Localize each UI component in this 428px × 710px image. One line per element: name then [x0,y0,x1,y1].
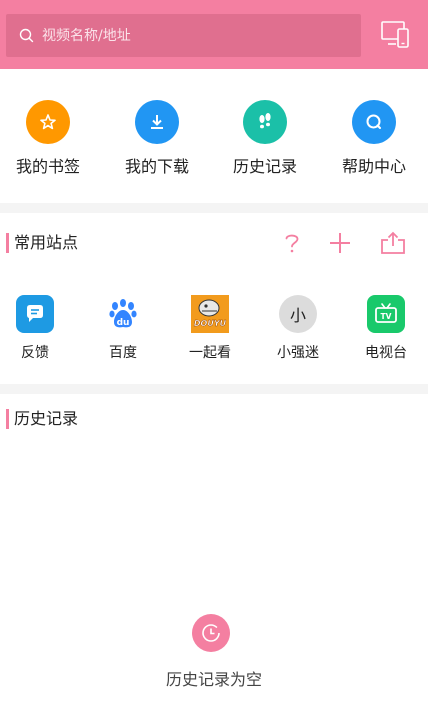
device-button[interactable] [378,18,412,52]
common-sites-section: 常用站点 反馈 du 百度 DOUYU 一起看 小 小强迷 TV 电视台 [0,213,428,384]
quick-actions: 我的书签 我的下载 历史记录 帮助中心 [0,69,428,203]
common-sites-title: 常用站点 [14,233,79,252]
history-empty-text: 历史记录为空 [165,670,262,689]
tv-icon: TV [367,295,405,333]
avatar-text: 小 [289,306,306,325]
common-sites-header: 常用站点 [0,231,428,255]
message-icon [16,295,54,333]
download-icon [135,100,179,144]
history-button[interactable]: 历史记录 [215,100,315,177]
site-feedback[interactable]: 反馈 [0,295,70,362]
site-xiaoqiangmi[interactable]: 小 小强迷 [263,295,333,362]
site-tv[interactable]: TV 电视台 [351,295,421,362]
share-icon [380,231,406,255]
search-icon [19,28,34,43]
question-icon [282,231,302,255]
bookmarks-button[interactable]: 我的书签 [0,100,98,177]
svg-text:du: du [117,318,130,328]
history-title: 历史记录 [14,409,79,428]
help-center-button[interactable]: 帮助中心 [324,100,424,177]
add-site-button[interactable] [326,229,354,257]
footprint-icon [243,100,287,144]
sites-help-button[interactable] [278,229,306,257]
shark-logo-icon: DOUYU [191,295,229,333]
bookmarks-label: 我的书签 [15,157,80,176]
site-label: 电视台 [365,345,407,361]
douyu-logo-text: DOUYU [194,319,227,328]
top-bar [0,0,428,69]
site-label: 一起看 [189,345,231,361]
clock-icon [192,614,230,652]
tv-logo-text: TV [381,312,392,321]
search-bar[interactable] [6,14,361,57]
help-center-label: 帮助中心 [341,157,406,176]
search-input[interactable] [40,26,344,45]
site-baidu[interactable]: du 百度 [88,295,158,362]
site-yiqikan[interactable]: DOUYU 一起看 [175,295,245,362]
help-icon [352,100,396,144]
section-accent-bar [6,409,9,429]
devices-icon [380,20,410,50]
baidu-paw-icon: du [104,295,142,333]
history-header: 历史记录 [0,409,428,431]
section-accent-bar [6,233,9,253]
history-label: 历史记录 [232,157,297,176]
avatar-icon: 小 [279,295,317,333]
add-icon [329,232,351,254]
downloads-label: 我的下载 [124,157,189,176]
site-label: 小强迷 [277,345,319,361]
downloads-button[interactable]: 我的下载 [107,100,207,177]
star-icon [26,100,70,144]
history-section: 历史记录 历史记录为空 [0,394,428,710]
site-label: 百度 [109,345,137,361]
site-label: 反馈 [21,345,49,361]
share-sites-button[interactable] [379,229,407,257]
